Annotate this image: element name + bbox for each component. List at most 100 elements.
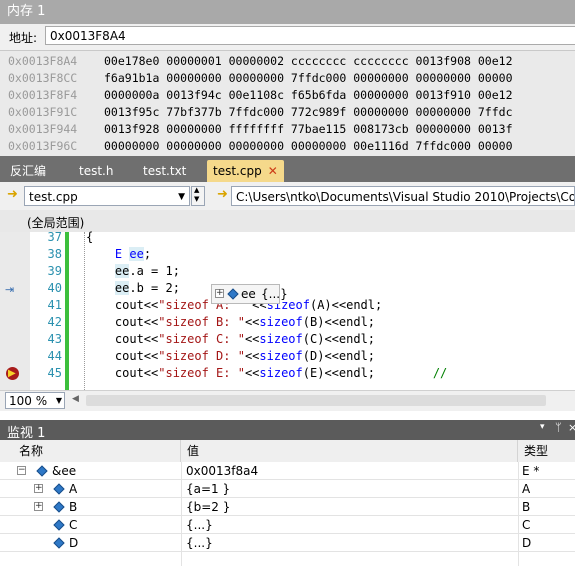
instruction-pointer-icon: ▶ — [8, 368, 16, 379]
arrow-icon-2: ➜ — [217, 187, 228, 202]
code-line[interactable]: cout<<"sizeof D: "<<sizeof(D)<<endl; — [86, 349, 375, 363]
code-token: .b = 2; — [129, 281, 180, 295]
memory-row[interactable]: 0x0013F8F4 0000000a 0013f94c 00e1108c f65… — [0, 87, 575, 104]
watch-type: D — [522, 536, 532, 550]
code-token: "sizeof D: " — [158, 349, 245, 363]
close-icon[interactable]: ✕ — [268, 160, 278, 182]
code-token: { — [86, 230, 94, 244]
spin-up-icon: ▲ — [194, 186, 200, 194]
line-number: 39 — [47, 264, 62, 278]
dropdown-icon[interactable]: ▾ — [540, 422, 545, 432]
address-input[interactable]: 0x0013F8A4 — [45, 26, 575, 45]
code-token: // — [375, 366, 448, 380]
watch-value[interactable]: {b=2 } — [186, 498, 230, 516]
code-line[interactable]: ee.a = 1; — [86, 264, 180, 278]
expand-icon[interactable]: + — [215, 289, 224, 298]
tab-test-h[interactable]: test.h — [79, 160, 113, 182]
tab-test-txt[interactable]: test.txt — [143, 160, 186, 182]
watch-value[interactable]: {a=1 } — [186, 480, 230, 498]
watch-type: A — [522, 482, 531, 496]
memory-row[interactable]: 0x0013F96C 00000000 00000000 00000000 000… — [0, 138, 575, 155]
code-token: cout<< — [86, 315, 159, 329]
watch-row[interactable]: + A {a=1 } A — [0, 480, 575, 498]
zoom-combo[interactable]: 100 % ▼ — [5, 392, 65, 409]
watch-value[interactable]: {...} — [186, 516, 213, 534]
expand-icon[interactable]: + — [34, 484, 43, 493]
code-token: (B)<<endl; — [302, 315, 376, 329]
watch-value[interactable]: 0x0013f8a4 — [186, 462, 258, 480]
memory-dump[interactable]: 0x0013F8A4 00e178e0 00000001 00000002 ccc… — [0, 51, 575, 156]
chevron-down-icon-zoom: ▼ — [55, 396, 62, 405]
file-combo-value: test.cpp — [29, 190, 78, 204]
memory-row[interactable]: 0x0013F91C 0013f95c 77bf377b 7ffdc000 772… — [0, 104, 575, 121]
memory-address: 0x0013F8CC — [8, 71, 78, 85]
collapse-icon[interactable]: − — [17, 466, 26, 475]
arrow-icon: ➜ — [7, 187, 18, 202]
watch-grid[interactable]: 名称 值 类型 − &ee 0x0013f8a4 E * + A {a=1 } A + B {b=2… — [0, 440, 575, 566]
memory-title: 内存 1 — [7, 4, 46, 19]
code-token: cout<< — [86, 298, 159, 312]
col-header-name[interactable]: 名称 — [0, 440, 181, 462]
watch-title: 监视 1 — [7, 426, 46, 441]
watch-type: E * — [522, 464, 540, 478]
watch-name: B — [69, 500, 78, 514]
code-token: ee — [129, 247, 144, 261]
code-line[interactable]: ee.b = 2; — [86, 281, 180, 295]
field-icon — [53, 537, 65, 549]
code-token: (A)<<endl; — [309, 298, 383, 312]
memory-address: 0x0013F944 — [8, 122, 78, 136]
code-token: sizeof — [259, 332, 303, 346]
memory-address: 0x0013F96C — [8, 139, 78, 153]
col-header-type[interactable]: 类型 — [518, 440, 575, 462]
code-line[interactable]: cout<<"sizeof E: "<<sizeof(E)<<endl; // — [86, 366, 447, 380]
path-combo[interactable]: C:\Users\ntko\Documents\Visual Studio 20… — [231, 186, 575, 206]
watch-name: D — [69, 536, 79, 550]
watch-type: B — [522, 500, 531, 514]
memory-values: 00000000 00000000 00000000 00000000 00e1… — [104, 139, 513, 153]
watch-row[interactable]: + B {b=2 } B — [0, 498, 575, 516]
scope-label[interactable]: (全局范围) — [27, 214, 84, 231]
chevron-down-icon: ▼ — [178, 192, 185, 202]
col-header-value[interactable]: 值 — [181, 440, 518, 462]
spin-button[interactable]: ▲ ▼ — [191, 186, 205, 206]
change-marker — [65, 232, 69, 390]
tab-disassembly[interactable]: 反汇编 — [10, 160, 46, 182]
datatip[interactable]: + ee {...} — [211, 284, 288, 304]
code-line[interactable]: E ee; — [86, 247, 151, 261]
code-token: << — [244, 366, 260, 380]
scroll-left-icon[interactable]: ◀ — [72, 394, 79, 404]
line-number: 38 — [47, 247, 62, 261]
expand-icon[interactable]: + — [34, 502, 43, 511]
watch-row[interactable]: − &ee 0x0013f8a4 E * — [0, 462, 575, 480]
memory-row[interactable]: 0x0013F8CC f6a91b1a 00000000 00000000 7ff… — [0, 70, 575, 87]
pin-icon[interactable]: ᛘ — [555, 421, 562, 434]
file-combo[interactable]: test.cpp ▼ — [24, 186, 190, 206]
memory-values: f6a91b1a 00000000 00000000 7ffdc000 0000… — [104, 71, 513, 85]
line-number: 42 — [47, 315, 62, 329]
code-line[interactable]: cout<<"sizeof C: "<<sizeof(C)<<endl; — [86, 332, 375, 346]
code-token: << — [244, 349, 260, 363]
memory-window-title: 内存 1 — [0, 0, 575, 24]
memory-row[interactable]: 0x0013F944 0013f928 00000000 ffffffff 77b… — [0, 121, 575, 138]
column-divider — [181, 462, 182, 566]
memory-address: 0x0013F91C — [8, 105, 78, 119]
code-line[interactable]: cout<<"sizeof B: "<<sizeof(B)<<endl; — [86, 315, 375, 329]
watch-value[interactable]: {...} — [186, 534, 213, 552]
horizontal-scrollbar[interactable] — [86, 395, 546, 406]
memory-row[interactable]: 0x0013F8A4 00e178e0 00000001 00000002 ccc… — [0, 53, 575, 70]
current-line-marker-icon: ⇥ — [5, 283, 15, 296]
code-line[interactable]: { — [86, 230, 93, 244]
close-icon-watch[interactable]: × — [568, 421, 575, 434]
code-editor[interactable]: 37{38 E ee; 39 ee.a = 1; 40 ee.b = 2; 41 co… — [0, 230, 575, 390]
line-number: 37 — [47, 230, 62, 244]
tab-test-cpp[interactable]: test.cpp ✕ — [207, 160, 284, 182]
watch-name: &ee — [52, 464, 77, 478]
datatip-name: ee — [241, 287, 256, 301]
address-label: 地址: — [9, 31, 38, 45]
line-number: 43 — [47, 332, 62, 346]
zoom-value: 100 % — [9, 394, 48, 408]
watch-row[interactable]: C {...} C — [0, 516, 575, 534]
field-icon — [227, 288, 239, 300]
watch-row[interactable]: D {...} D — [0, 534, 575, 552]
